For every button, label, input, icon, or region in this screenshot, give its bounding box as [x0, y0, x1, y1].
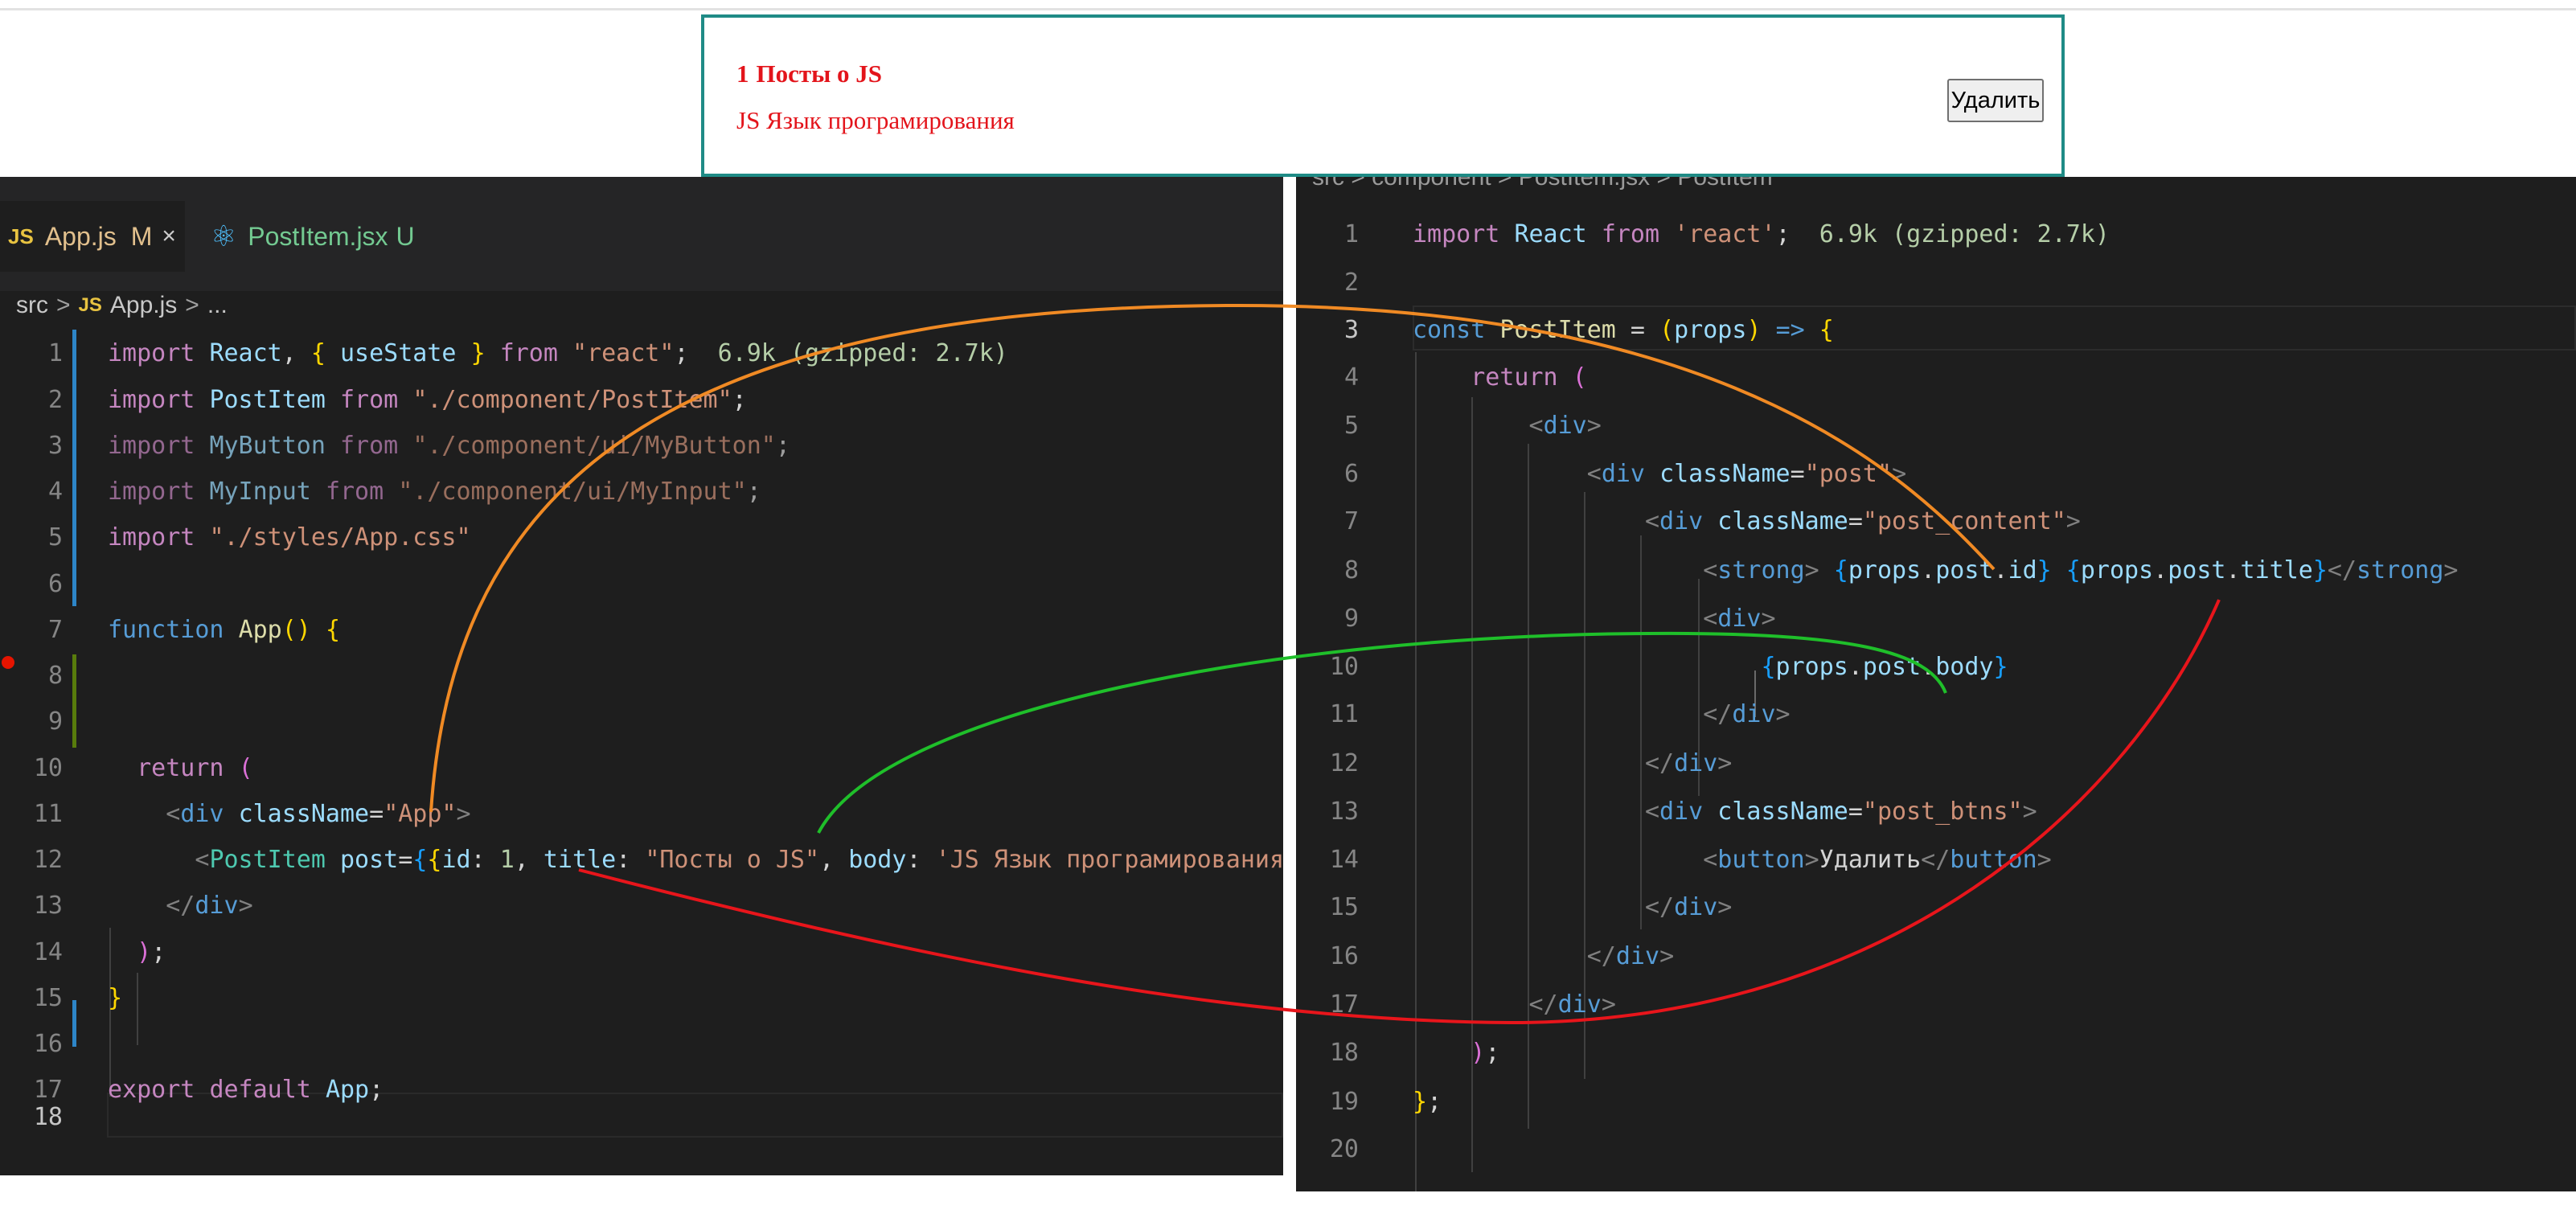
code-line: 8 <strong> {props.post.id} {props.post.t…: [1343, 556, 2459, 584]
post-title-text: Посты о JS: [756, 59, 883, 88]
code-line: 5 import "./styles/App.css": [47, 523, 471, 552]
code-line: 16 </div>: [1329, 941, 1675, 970]
code-line: 13 </div>: [33, 891, 253, 920]
code-line: 18 );: [1329, 1038, 1500, 1067]
chevron-right-icon: >: [185, 292, 199, 318]
postitem-jsx-editor[interactable]: src > component > PostItem.jsx > PostIte…: [1296, 177, 2576, 1191]
code-line: 5 <div>: [1343, 411, 1602, 440]
breadcrumb-folder[interactable]: src: [16, 292, 48, 319]
top-divider: [0, 8, 2576, 10]
tab-label: App.js: [44, 221, 117, 251]
code-line: 2: [1343, 268, 1359, 297]
code-line: 8: [47, 661, 63, 690]
modified-badge: M: [130, 221, 153, 251]
javascript-file-icon: JS: [8, 223, 34, 248]
tab-label: PostItem.jsx: [248, 221, 388, 251]
code-line: 15}: [33, 983, 123, 1012]
breadcrumb-file[interactable]: App.js: [110, 292, 177, 319]
code-line: 9 <div>: [1343, 604, 1776, 633]
post-card: 1 Посты о JS JS Язык програмирования Удал…: [701, 14, 2065, 177]
code-line: 16: [33, 1029, 63, 1058]
code-line: 10 {props.post.body}: [1329, 652, 2008, 681]
breadcrumb: src > JS App.js > ...: [16, 281, 228, 330]
post-title: 1 Посты о JS: [736, 59, 889, 88]
code-line: 10 return (: [33, 753, 253, 782]
import-cost: 6.9k (gzipped: 2.7k): [717, 338, 1008, 367]
breadcrumb: src > component > PostItem.jsx > PostIte…: [1312, 177, 1773, 191]
tab-app-js[interactable]: JS App.js M ×: [0, 201, 185, 272]
code-line: 7 <div className="post_content">: [1343, 506, 2081, 535]
code-line: 3 const PostItem = (props) => {: [1343, 315, 1834, 344]
post-body: JS Язык програмирования: [736, 106, 1015, 134]
react-icon: ⚛: [211, 219, 237, 252]
close-icon[interactable]: ×: [162, 223, 176, 250]
code-line: 9: [47, 707, 63, 736]
code-line: 3 import MyButton from "./component/ui/My…: [47, 431, 790, 460]
code-line: 6 <div className="post">: [1343, 459, 1907, 488]
tab-bar: JS App.js M × ⚛ PostItem.jsx U: [0, 177, 1283, 291]
code-line: 12 <PostItem post={{id: 1, title: "Посты…: [33, 845, 1283, 874]
import-cost: 6.9k (gzipped: 2.7k): [1819, 219, 2110, 248]
code-line: 2 import PostItem from "./component/PostI…: [47, 385, 747, 414]
code-line: 13 <div className="post_btns">: [1329, 797, 2037, 826]
code-line: 19};: [1329, 1087, 1442, 1116]
code-line: 6: [47, 569, 63, 598]
tab-postitem-jsx[interactable]: ⚛ PostItem.jsx U: [199, 201, 415, 272]
code-line: 4 import MyInput from "./component/ui/MyI…: [47, 477, 761, 506]
code-line: 7 function App() {: [47, 615, 340, 644]
code-line: 14 <button>Удалить</button>: [1329, 845, 2052, 874]
code-line: 4 return (: [1343, 363, 1587, 392]
code-line: 12 </div>: [1329, 748, 1733, 777]
code-line: 11 <div className="App">: [33, 799, 471, 828]
post-id: 1: [736, 59, 749, 88]
untracked-badge: U: [396, 221, 415, 251]
code-line: 17 </div>: [1329, 990, 1616, 1019]
chevron-right-icon: >: [56, 292, 71, 318]
javascript-file-icon: JS: [78, 294, 102, 316]
code-line: 1 import React from 'react'; 6.9k (gzippe…: [1343, 219, 2110, 248]
code-line: 15 </div>: [1329, 892, 1733, 921]
code-line: 18: [33, 1102, 63, 1131]
code-line: 20: [1329, 1134, 1359, 1163]
code-line: 14 );: [33, 937, 166, 966]
code-line: 11 </div>: [1329, 699, 1790, 728]
breadcrumb-symbol[interactable]: ...: [207, 292, 228, 319]
delete-button[interactable]: Удалить: [1947, 79, 2044, 122]
code-line: 1 import React, { useState } from "react"…: [47, 338, 1008, 367]
app-js-editor[interactable]: JS App.js M × ⚛ PostItem.jsx U src > JS …: [0, 177, 1283, 1175]
